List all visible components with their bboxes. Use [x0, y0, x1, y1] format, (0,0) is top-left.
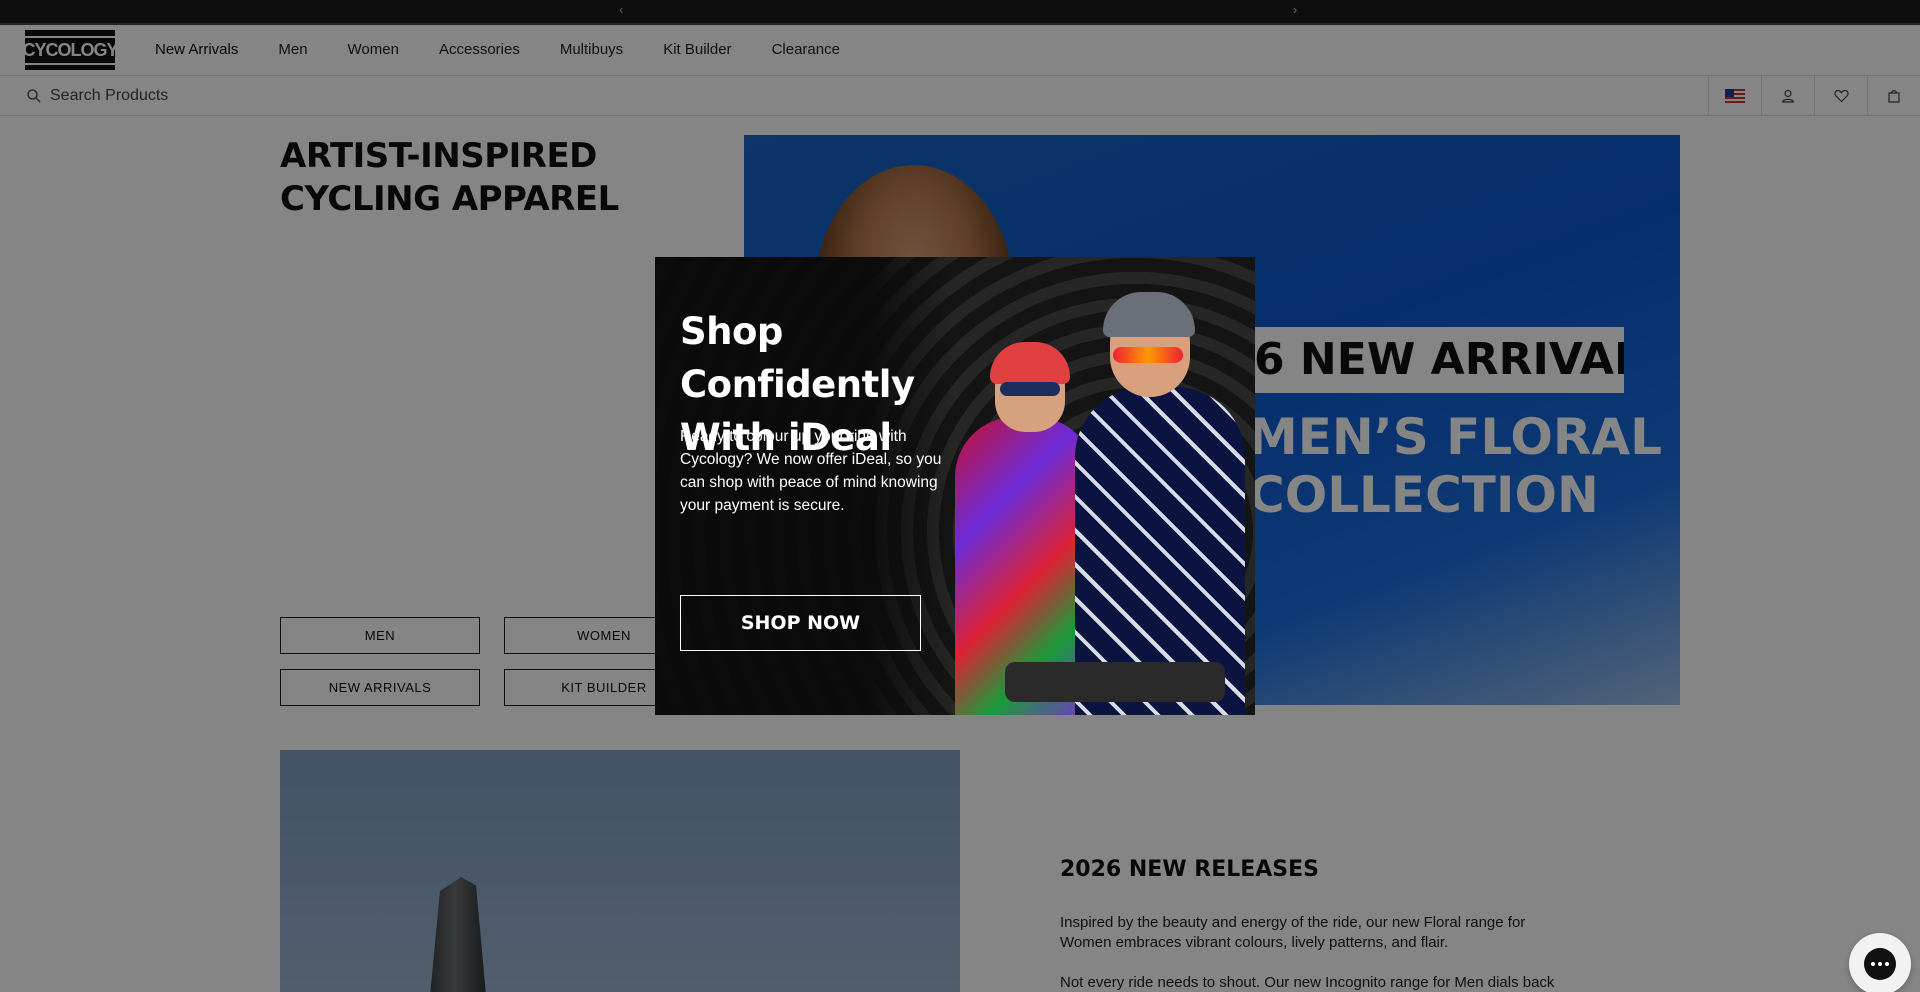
ideal-promo-modal: Shop Confidently With iDeal Ready to col…	[655, 257, 1255, 715]
modal-body: Ready to colour up your ride with Cycolo…	[680, 428, 942, 514]
grey-helmet	[1103, 292, 1195, 337]
chat-button[interactable]	[1849, 933, 1911, 992]
chat-bubble-icon	[1864, 948, 1896, 980]
cyclist-man-glasses	[1113, 347, 1183, 363]
bike-handlebars	[1005, 662, 1225, 702]
shop-now-button[interactable]: SHOP NOW	[680, 595, 921, 651]
